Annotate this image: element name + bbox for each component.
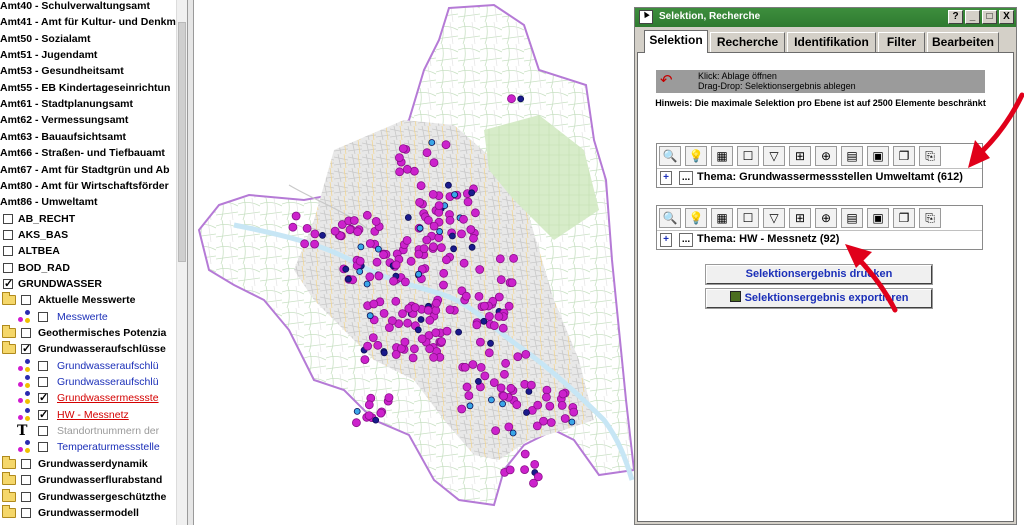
annotation-arrowhead-2 <box>845 244 872 268</box>
desktop: Amt40 - Schulverwaltungsamt Amt41 - Amt f… <box>0 0 1024 525</box>
tab-selektion[interactable]: Selektion <box>644 30 708 53</box>
annotation-layer <box>845 92 1024 313</box>
